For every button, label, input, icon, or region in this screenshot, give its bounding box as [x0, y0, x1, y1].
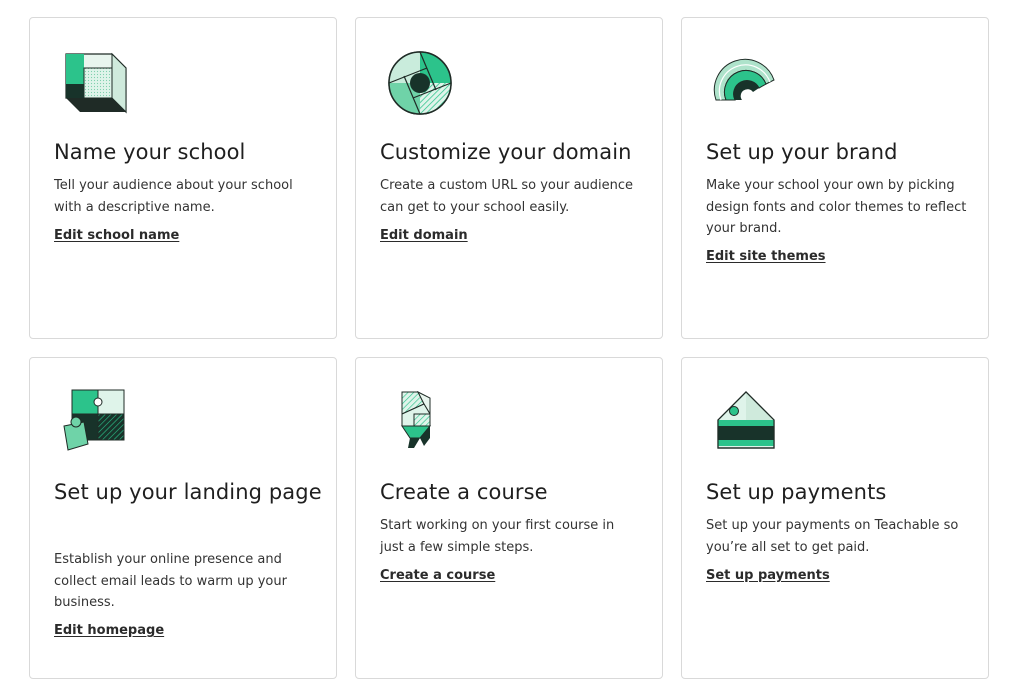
card-title: Set up payments — [706, 480, 887, 504]
aperture-icon — [380, 46, 460, 126]
price-tag-icon — [706, 386, 786, 466]
card-landing-page: Set up your landing page Establish your … — [29, 357, 337, 679]
edit-homepage-link[interactable]: Edit homepage — [54, 623, 164, 638]
edit-domain-link[interactable]: Edit domain — [380, 228, 468, 243]
card-create-course: Create a course Start working on your fi… — [355, 357, 663, 679]
card-title: Set up your landing page — [54, 480, 322, 504]
card-payments: Set up payments Set up your payments on … — [681, 357, 989, 679]
card-description: Start working on your first course in ju… — [380, 518, 615, 555]
card-title: Name your school — [54, 140, 246, 164]
edit-school-name-link[interactable]: Edit school name — [54, 228, 179, 243]
rainbow-icon — [706, 46, 786, 126]
create-course-link[interactable]: Create a course — [380, 568, 495, 583]
card-description: Tell your audience about your school wit… — [54, 178, 293, 215]
puzzle-icon — [54, 386, 134, 466]
card-brand: Set up your brand Make your school your … — [681, 17, 989, 339]
card-description: Establish your online presence and colle… — [54, 552, 287, 610]
cube-icon — [54, 46, 134, 126]
card-description: Make your school your own by picking des… — [706, 178, 967, 236]
card-description: Create a custom URL so your audience can… — [380, 178, 634, 215]
set-up-payments-link[interactable]: Set up payments — [706, 568, 830, 583]
card-customize-domain: Customize your domain Create a custom UR… — [355, 17, 663, 339]
card-title: Customize your domain — [380, 140, 632, 164]
blocks-icon — [380, 386, 460, 466]
card-title: Create a course — [380, 480, 548, 504]
card-title: Set up your brand — [706, 140, 898, 164]
card-name-school: Name your school Tell your audience abou… — [29, 17, 337, 339]
edit-site-themes-link[interactable]: Edit site themes — [706, 249, 826, 264]
card-description: Set up your payments on Teachable so you… — [706, 518, 959, 555]
